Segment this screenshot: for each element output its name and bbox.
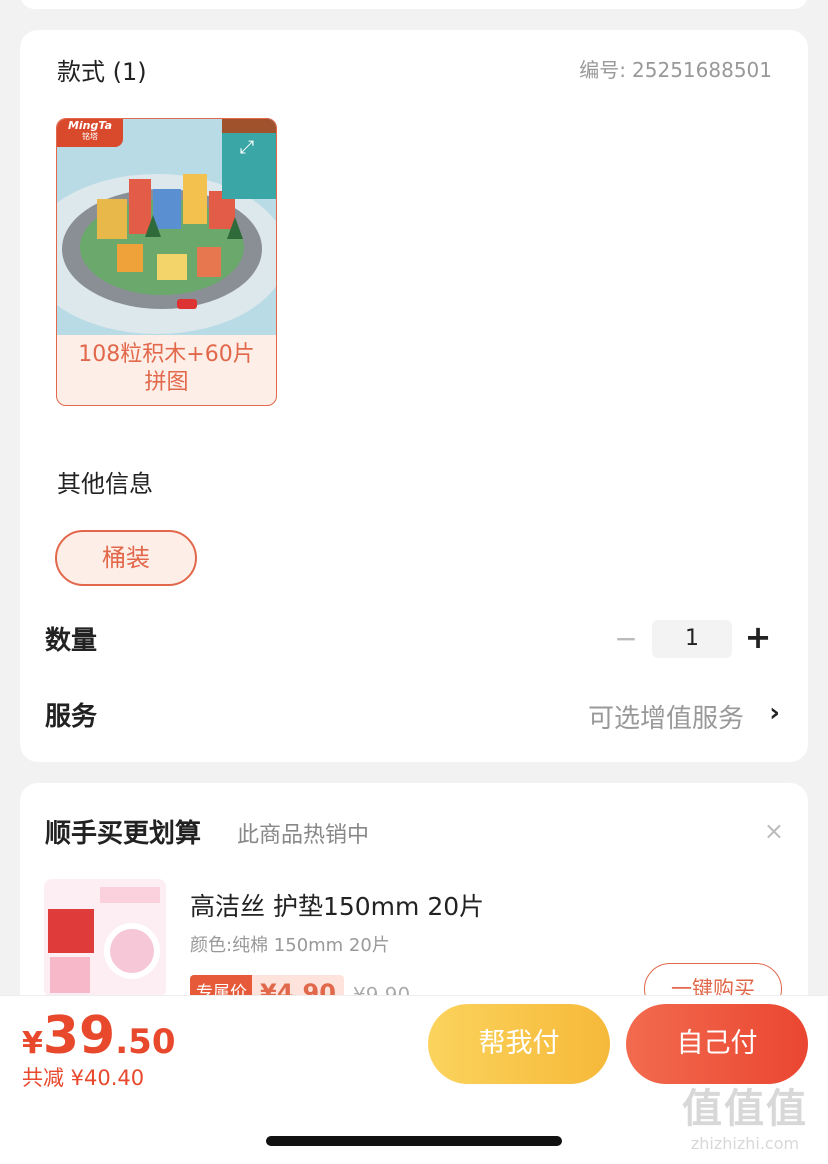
other-info-title: 其他信息: [57, 470, 153, 498]
recommend-product-spec: 颜色:纯棉 150mm 20片: [190, 935, 390, 956]
recommend-subtitle: 此商品热销中: [237, 823, 370, 848]
watermark-url: zhizhizhi.com: [690, 1134, 800, 1153]
currency-symbol: ¥: [22, 1026, 43, 1061]
product-code-label: 编号:: [579, 58, 627, 82]
brand-logo: MingTa 铭塔: [57, 119, 123, 147]
style-option-card[interactable]: MingTa 铭塔 ⤢ 108粒积木+60片 拼图: [56, 118, 277, 406]
checkout-bar: ¥39.50 共减 ¥40.40 帮我付 自己付 值值值 zhizhizhi.c…: [0, 995, 828, 1164]
quantity-label: 数量: [45, 626, 98, 656]
quantity-input[interactable]: 1: [652, 620, 732, 658]
recommend-panel: 顺手买更划算 此商品热销中 × 高洁丝 护垫150mm 20片 颜色:纯棉 15…: [20, 783, 808, 1015]
pad-package-image: [44, 879, 166, 997]
quantity-plus-button[interactable]: +: [742, 618, 774, 656]
sku-panel: 款式 (1) 编号: 25251688501 MingTa 铭塔 ⤢ 108粒积…: [20, 30, 808, 762]
style-option-label-line2: 拼图: [144, 370, 189, 395]
style-section-title: 款式 (1): [57, 58, 147, 86]
expand-icon[interactable]: ⤢: [236, 137, 258, 159]
home-indicator[interactable]: [266, 1136, 562, 1146]
brand-logo-subtext: 铭塔: [82, 132, 98, 141]
brand-logo-text: MingTa: [67, 119, 113, 132]
product-code-value: 25251688501: [632, 58, 772, 82]
recommend-product-title[interactable]: 高洁丝 护垫150mm 20片: [190, 887, 484, 923]
style-option-label-line1: 108粒积木+60片: [78, 342, 255, 367]
price-integer: 39: [42, 1006, 116, 1066]
quantity-minus-button[interactable]: −: [614, 622, 638, 656]
price-decimal: .50: [115, 1022, 176, 1062]
service-value-link[interactable]: 可选增值服务: [588, 698, 744, 735]
self-pay-button[interactable]: 自己付: [626, 1004, 808, 1084]
chevron-right-icon[interactable]: ›: [769, 698, 780, 728]
previous-card: [20, 0, 808, 9]
watermark-logo: 值值值: [682, 1086, 808, 1132]
packaging-option-button[interactable]: 桶装: [55, 530, 197, 586]
service-label: 服务: [45, 702, 98, 732]
discount-total: 共减 ¥40.40: [22, 1066, 145, 1090]
recommend-title: 顺手买更划算: [45, 819, 202, 849]
product-code: 编号: 25251688501: [579, 54, 772, 83]
product-image: MingTa 铭塔 ⤢: [57, 119, 276, 335]
total-price: ¥39.50: [22, 1006, 175, 1066]
watermark: 值值值 zhizhizhi.com: [670, 1076, 820, 1153]
style-option-label: 108粒积木+60片 拼图: [57, 341, 276, 397]
help-pay-button[interactable]: 帮我付: [428, 1004, 610, 1084]
close-icon[interactable]: ×: [764, 817, 784, 845]
recommend-product-image[interactable]: [44, 879, 166, 997]
